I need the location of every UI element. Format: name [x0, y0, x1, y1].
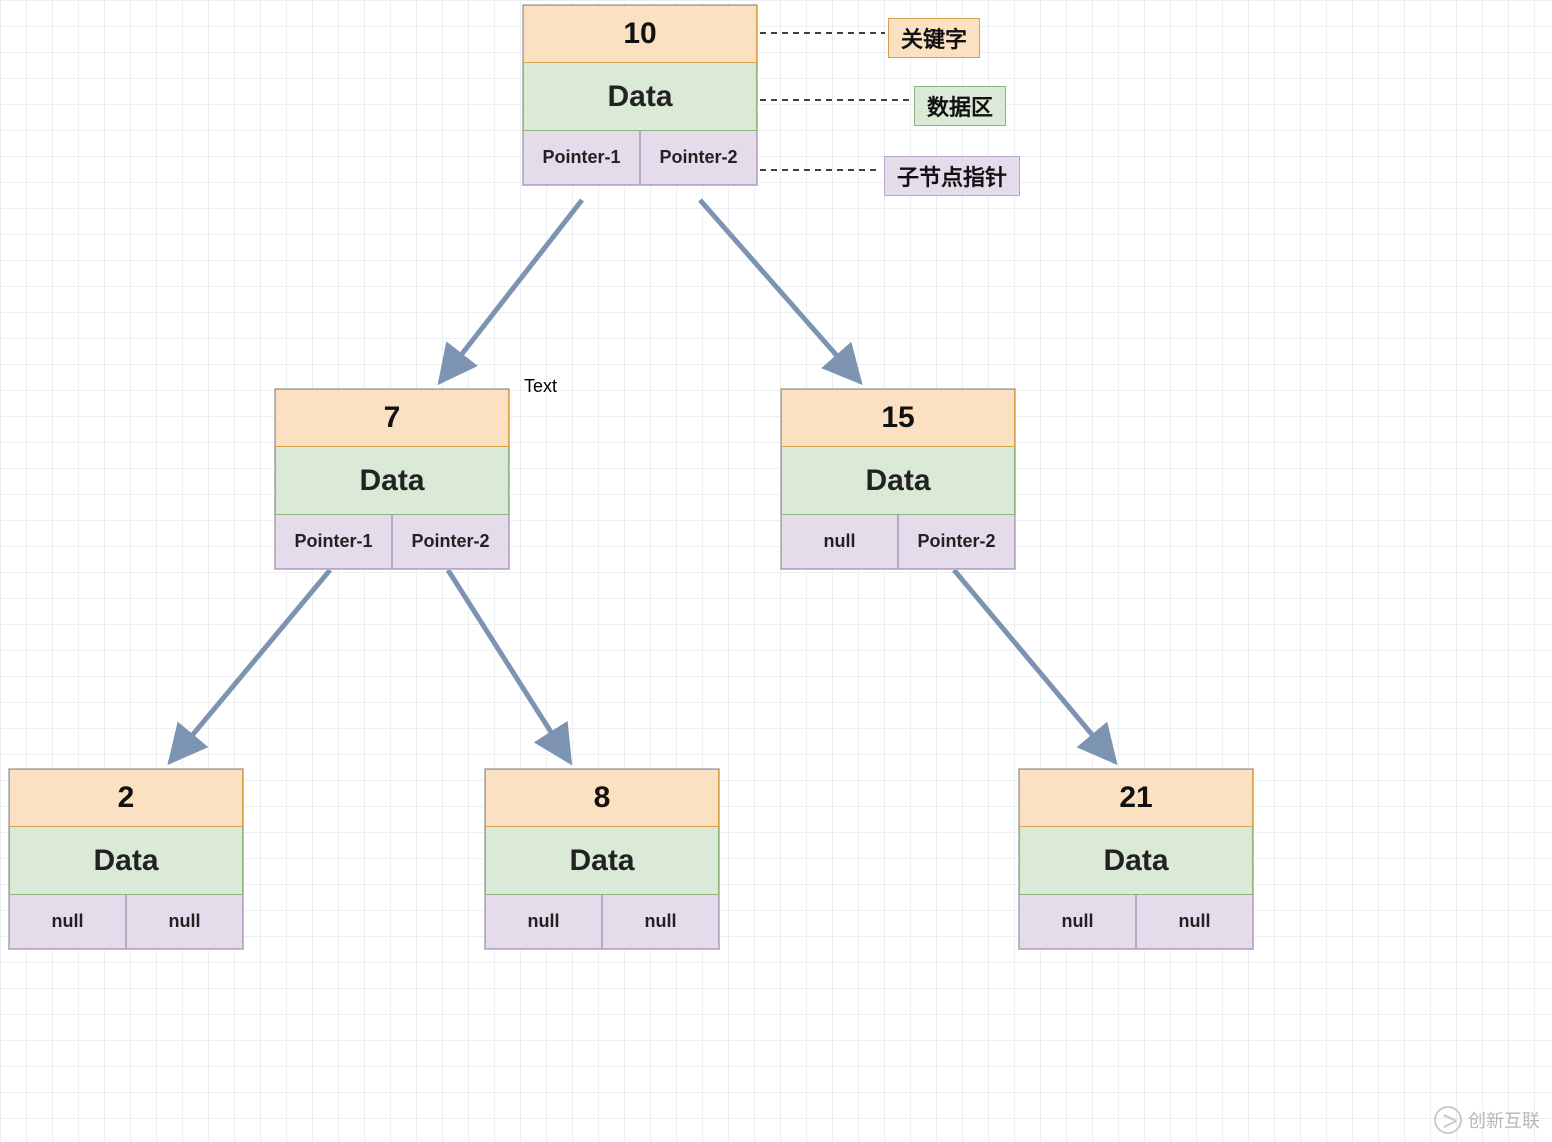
- legend-key: 关键字: [888, 18, 980, 58]
- node-data: Data: [9, 827, 243, 895]
- node-data: Data: [523, 63, 757, 131]
- tree-node-ll: 2 Data null null: [8, 768, 244, 950]
- node-pointer-right: Pointer-2: [392, 515, 509, 569]
- node-pointer-right: null: [126, 895, 243, 949]
- edge-layer: [0, 0, 1552, 1142]
- free-text-label: Text: [524, 376, 557, 397]
- node-pointer-left: Pointer-1: [523, 131, 640, 185]
- watermark: 创新互联: [1434, 1106, 1540, 1134]
- node-data: Data: [1019, 827, 1253, 895]
- node-pointer-right: Pointer-2: [898, 515, 1015, 569]
- watermark-text: 创新互联: [1468, 1107, 1540, 1133]
- node-key: 7: [275, 389, 509, 447]
- tree-node-rr: 21 Data null null: [1018, 768, 1254, 950]
- node-key: 15: [781, 389, 1015, 447]
- tree-node-left: 7 Data Pointer-1 Pointer-2: [274, 388, 510, 570]
- node-pointer-row: null null: [9, 895, 243, 949]
- node-pointer-row: null Pointer-2: [781, 515, 1015, 569]
- tree-node-right: 15 Data null Pointer-2: [780, 388, 1016, 570]
- node-pointer-left: null: [485, 895, 602, 949]
- node-pointer-row: Pointer-1 Pointer-2: [523, 131, 757, 185]
- node-pointer-right: null: [1136, 895, 1253, 949]
- node-pointer-row: null null: [1019, 895, 1253, 949]
- node-data: Data: [485, 827, 719, 895]
- legend-data: 数据区: [914, 86, 1006, 126]
- watermark-icon: [1434, 1106, 1462, 1134]
- node-pointer-left: null: [781, 515, 898, 569]
- tree-node-lr: 8 Data null null: [484, 768, 720, 950]
- node-pointer-right: Pointer-2: [640, 131, 757, 185]
- tree-node-root: 10 Data Pointer-1 Pointer-2: [522, 4, 758, 186]
- node-key: 2: [9, 769, 243, 827]
- node-data: Data: [781, 447, 1015, 515]
- node-pointer-right: null: [602, 895, 719, 949]
- node-pointer-left: null: [1019, 895, 1136, 949]
- node-pointer-row: null null: [485, 895, 719, 949]
- diagram-canvas: 关键字 数据区 子节点指针 Text 10 Data Pointer-1 Poi…: [0, 0, 1552, 1142]
- node-key: 8: [485, 769, 719, 827]
- node-pointer-left: null: [9, 895, 126, 949]
- node-pointer-left: Pointer-1: [275, 515, 392, 569]
- node-key: 21: [1019, 769, 1253, 827]
- node-pointer-row: Pointer-1 Pointer-2: [275, 515, 509, 569]
- node-data: Data: [275, 447, 509, 515]
- node-key: 10: [523, 5, 757, 63]
- legend-pointer: 子节点指针: [884, 156, 1020, 196]
